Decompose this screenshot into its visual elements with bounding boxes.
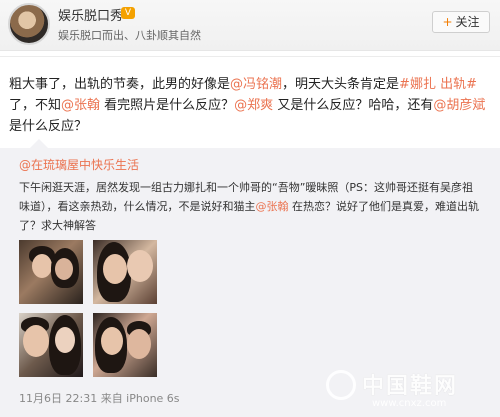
photo-thumbnail[interactable] [19, 240, 83, 304]
watermark-logo-icon [326, 370, 356, 400]
post-text-segment: 是什么反应？ [9, 119, 88, 134]
author-bio: 娱乐脱口而出、八卦顺其自然 [58, 29, 201, 42]
author-name[interactable]: 娱乐脱口秀 [58, 5, 123, 24]
avatar[interactable] [8, 3, 50, 45]
mention-link[interactable]: @张翰 [61, 98, 100, 113]
plus-icon: + [442, 15, 453, 29]
post-text: 粗大事了，出轨的节奏，此男的好像是@冯铭潮，明天大头条肯定是#娜扎 出轨# 了，不… [9, 74, 491, 137]
post-text-segment: ，明天大头条肯定是 [282, 77, 400, 92]
watermark: 中国鞋网 www.cnxz.com [326, 368, 486, 414]
photo-thumbnail[interactable] [19, 313, 83, 377]
profile-header: 娱乐脱口秀 V 娱乐脱口而出、八卦顺其自然 + 关注 [0, 0, 500, 51]
repost-pointer [30, 139, 48, 148]
verified-badge-icon: V [121, 7, 135, 19]
watermark-text: 中国鞋网 [362, 374, 459, 399]
follow-label: 关注 [455, 15, 480, 29]
divider [0, 56, 500, 67]
post-timestamp[interactable]: 11月6日 22:31 来自 iPhone 6s [19, 390, 180, 406]
photo-thumbnail[interactable] [93, 240, 157, 304]
mention-link[interactable]: @张翰 [256, 200, 289, 213]
post-text-segment: 又是什么反应？哈哈，还有 [273, 98, 434, 113]
mention-link[interactable]: @郑爽 [234, 98, 273, 113]
follow-button[interactable]: + 关注 [432, 11, 490, 33]
mention-link[interactable]: @胡彦斌 [433, 98, 485, 113]
post-text-segment: 粗大事了，出轨的节奏，此男的好像是 [9, 77, 231, 92]
watermark-url: www.cnxz.com [372, 398, 447, 409]
post-text-segment: 看完照片是什么反应？ [100, 98, 235, 113]
repost-author-link[interactable]: @在琉璃屋中快乐生活 [19, 156, 139, 173]
photo-thumbnail[interactable] [93, 313, 157, 377]
mention-link[interactable]: @冯铭潮 [230, 77, 282, 92]
post-text-segment: 了，不知 [9, 98, 62, 113]
topic-link[interactable]: #娜扎 出轨# [399, 77, 477, 92]
repost-text: 下午闲逛天涯，居然发现一组古力娜扎和一个帅哥的“吾物”暧昧照（PS：这帅哥还挺有… [19, 178, 479, 235]
